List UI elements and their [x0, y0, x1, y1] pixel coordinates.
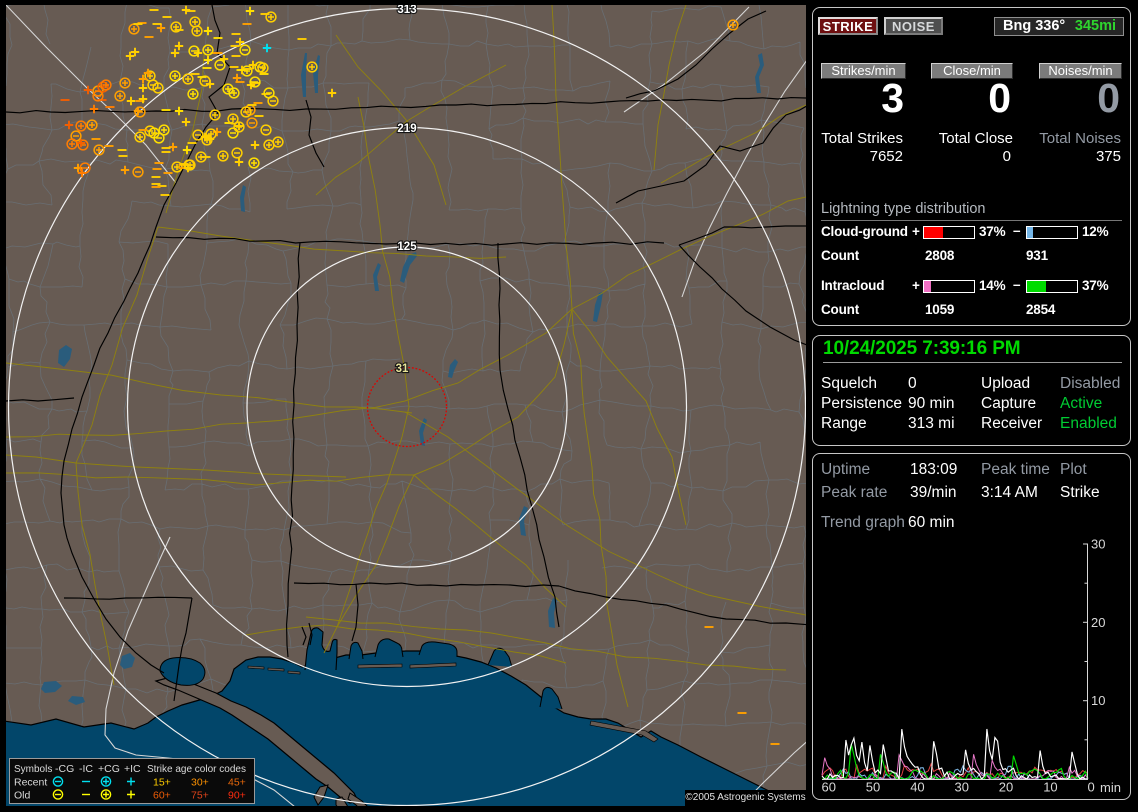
- svg-text:-IC: -IC: [79, 763, 93, 775]
- svg-text:75+: 75+: [191, 790, 209, 802]
- svg-text:60: 60: [822, 780, 836, 795]
- svg-text:20: 20: [1091, 615, 1105, 630]
- svg-text:20: 20: [999, 780, 1013, 795]
- svg-text:30: 30: [1091, 537, 1105, 552]
- svg-text:0: 0: [1088, 780, 1095, 795]
- svg-text:min: min: [1100, 780, 1121, 795]
- svg-text:+IC: +IC: [124, 763, 141, 775]
- svg-text:Recent: Recent: [14, 777, 47, 789]
- svg-text:31: 31: [396, 363, 409, 375]
- svg-text:30: 30: [955, 780, 969, 795]
- svg-text:219: 219: [397, 123, 416, 135]
- svg-text:313: 313: [397, 5, 416, 16]
- svg-text:10: 10: [1091, 693, 1105, 708]
- svg-text:30+: 30+: [191, 777, 209, 789]
- svg-text:50: 50: [866, 780, 880, 795]
- svg-text:45+: 45+: [228, 777, 246, 789]
- svg-text:60+: 60+: [153, 790, 171, 802]
- svg-text:+CG: +CG: [98, 763, 120, 775]
- svg-text:90+: 90+: [228, 790, 246, 802]
- svg-text:40: 40: [910, 780, 924, 795]
- svg-text:10: 10: [1043, 780, 1057, 795]
- svg-text:125: 125: [397, 241, 417, 253]
- svg-text:-CG: -CG: [55, 763, 74, 775]
- svg-text:15+: 15+: [153, 777, 171, 789]
- svg-text:Strike age color codes: Strike age color codes: [147, 764, 246, 775]
- svg-text:Old: Old: [14, 790, 31, 802]
- svg-text:Symbols: Symbols: [14, 764, 52, 775]
